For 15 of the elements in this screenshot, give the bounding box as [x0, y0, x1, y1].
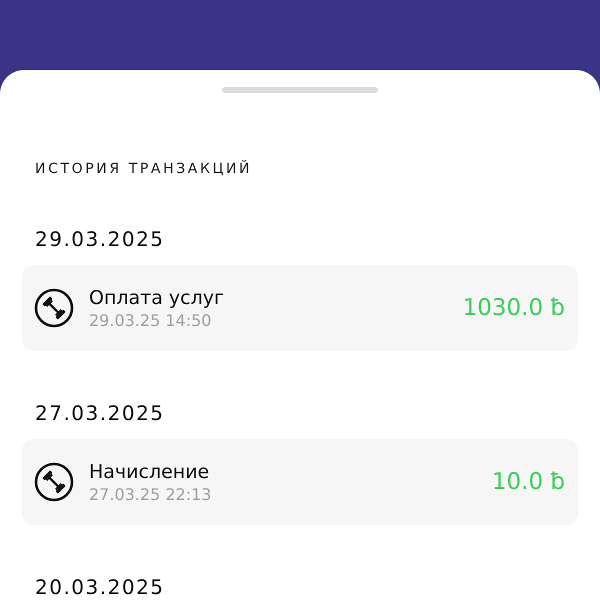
date-heading: 29.03.2025 — [35, 227, 166, 251]
drag-handle[interactable] — [222, 87, 378, 93]
transaction-name: Оплата услуг — [89, 286, 225, 308]
transaction-amount: 1030.0 ƀ — [462, 295, 565, 321]
transaction-amount: 10.0 ƀ — [492, 469, 565, 495]
transaction-card[interactable]: Оплата услуг 29.03.25 14:50 1030.0 ƀ — [22, 265, 578, 351]
dumbbell-icon — [34, 288, 74, 328]
transaction-name: Начисление — [89, 460, 210, 482]
transaction-card[interactable]: Начисление 27.03.25 22:13 10.0 ƀ — [22, 439, 578, 525]
date-heading: 20.03.2025 — [35, 575, 166, 599]
date-heading: 27.03.2025 — [35, 401, 166, 425]
transaction-time: 27.03.25 22:13 — [89, 484, 212, 504]
dumbbell-icon — [34, 462, 74, 502]
section-title: ИСТОРИЯ ТРАНЗАКЦИЙ — [35, 161, 254, 177]
transaction-time: 29.03.25 14:50 — [89, 310, 212, 330]
